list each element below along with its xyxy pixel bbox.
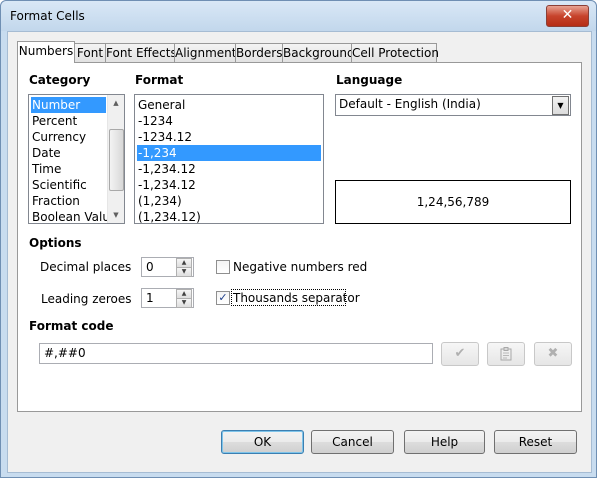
negative-red-label: Negative numbers red xyxy=(233,260,368,274)
decimal-places-value: 0 xyxy=(146,260,154,274)
tab-alignment[interactable]: Alignment xyxy=(174,43,236,62)
category-item-currency[interactable]: Currency xyxy=(31,129,106,145)
decimal-places-spinner[interactable]: 0 ▲ ▼ xyxy=(141,257,194,277)
language-label: Language xyxy=(336,73,403,87)
category-label: Category xyxy=(29,73,91,87)
format-item[interactable]: -1,234.12 xyxy=(137,161,321,177)
format-item[interactable]: General xyxy=(137,97,321,113)
format-code-value: #,##0 xyxy=(44,346,86,360)
leading-zeroes-value: 1 xyxy=(146,291,154,305)
reset-button[interactable]: Reset xyxy=(494,430,577,454)
numbers-panel: Category Number Percent Currency Date Ti… xyxy=(17,62,582,412)
category-item-fraction[interactable]: Fraction xyxy=(31,193,106,209)
format-listbox[interactable]: General -1234 -1234.12 -1,234 -1,234.12 … xyxy=(134,94,324,224)
chevron-down-icon[interactable]: ▼ xyxy=(552,96,569,115)
checkmark-icon: ✔ xyxy=(454,346,466,361)
spin-down-icon[interactable]: ▼ xyxy=(176,267,192,277)
tab-numbers[interactable]: Numbers xyxy=(17,41,75,63)
format-cells-dialog: Format Cells ✕ Numbers Font Font Effects… xyxy=(0,0,597,478)
tab-font-effects[interactable]: Font Effects xyxy=(105,43,177,62)
thousands-separator-checkbox[interactable]: ✓ xyxy=(216,291,230,305)
spin-down-icon[interactable]: ▼ xyxy=(176,298,192,308)
format-code-label: Format code xyxy=(29,319,114,333)
format-item[interactable]: (1,234) xyxy=(137,193,321,209)
format-item-selected[interactable]: -1,234 xyxy=(137,145,321,161)
ok-button[interactable]: OK xyxy=(221,430,304,454)
category-item-number[interactable]: Number xyxy=(31,97,106,113)
category-scrollbar[interactable]: ▲ ▼ xyxy=(107,95,124,223)
tab-font[interactable]: Font xyxy=(74,43,106,62)
thousands-separator-label: Thousands separator xyxy=(233,291,360,305)
tab-borders[interactable]: Borders xyxy=(235,43,283,62)
scrollbar-thumb[interactable] xyxy=(109,129,124,191)
format-item[interactable]: -1,234.12 xyxy=(137,177,321,193)
category-item-boolean-value[interactable]: Boolean Value xyxy=(31,209,117,223)
category-item-percent[interactable]: Percent xyxy=(31,113,106,129)
delete-format-button[interactable]: ✖ xyxy=(534,342,572,366)
tab-cell-protection[interactable]: Cell Protection xyxy=(351,43,439,62)
tab-background[interactable]: Background xyxy=(282,43,355,62)
title-bar[interactable]: Format Cells ✕ xyxy=(1,1,596,31)
leading-zeroes-label: Leading zeroes xyxy=(41,292,132,306)
format-code-input[interactable]: #,##0 xyxy=(39,343,433,364)
decimal-places-label: Decimal places xyxy=(40,260,132,274)
cancel-button[interactable]: Cancel xyxy=(311,430,394,454)
category-item-date[interactable]: Date xyxy=(31,145,106,161)
category-item-time[interactable]: Time xyxy=(31,161,106,177)
format-item[interactable]: -1234.12 xyxy=(137,129,321,145)
language-value: Default - English (India) xyxy=(339,97,481,111)
accept-format-button[interactable]: ✔ xyxy=(441,342,479,366)
close-button[interactable]: ✕ xyxy=(546,5,589,27)
window-title: Format Cells xyxy=(10,9,85,23)
options-label: Options xyxy=(29,236,82,250)
category-item-scientific[interactable]: Scientific xyxy=(31,177,106,193)
dialog-body: Numbers Font Font Effects Alignment Bord… xyxy=(7,31,592,473)
help-button[interactable]: Help xyxy=(404,430,485,454)
clipboard-icon xyxy=(500,347,512,361)
format-preview: 1,24,56,789 xyxy=(335,180,571,224)
language-select[interactable]: Default - English (India) ▼ xyxy=(335,94,571,116)
format-item[interactable]: (1,234.12) xyxy=(137,209,321,223)
category-listbox[interactable]: Number Percent Currency Date Time Scient… xyxy=(28,94,125,224)
scroll-up-arrow-icon[interactable]: ▲ xyxy=(108,95,124,111)
scroll-down-arrow-icon[interactable]: ▼ xyxy=(108,207,124,223)
negative-red-checkbox[interactable] xyxy=(216,260,230,274)
format-label: Format xyxy=(135,73,184,87)
x-icon: ✖ xyxy=(547,346,559,361)
format-item[interactable]: -1234 xyxy=(137,113,321,129)
edit-comment-button[interactable] xyxy=(487,342,525,366)
leading-zeroes-spinner[interactable]: 1 ▲ ▼ xyxy=(141,288,194,308)
